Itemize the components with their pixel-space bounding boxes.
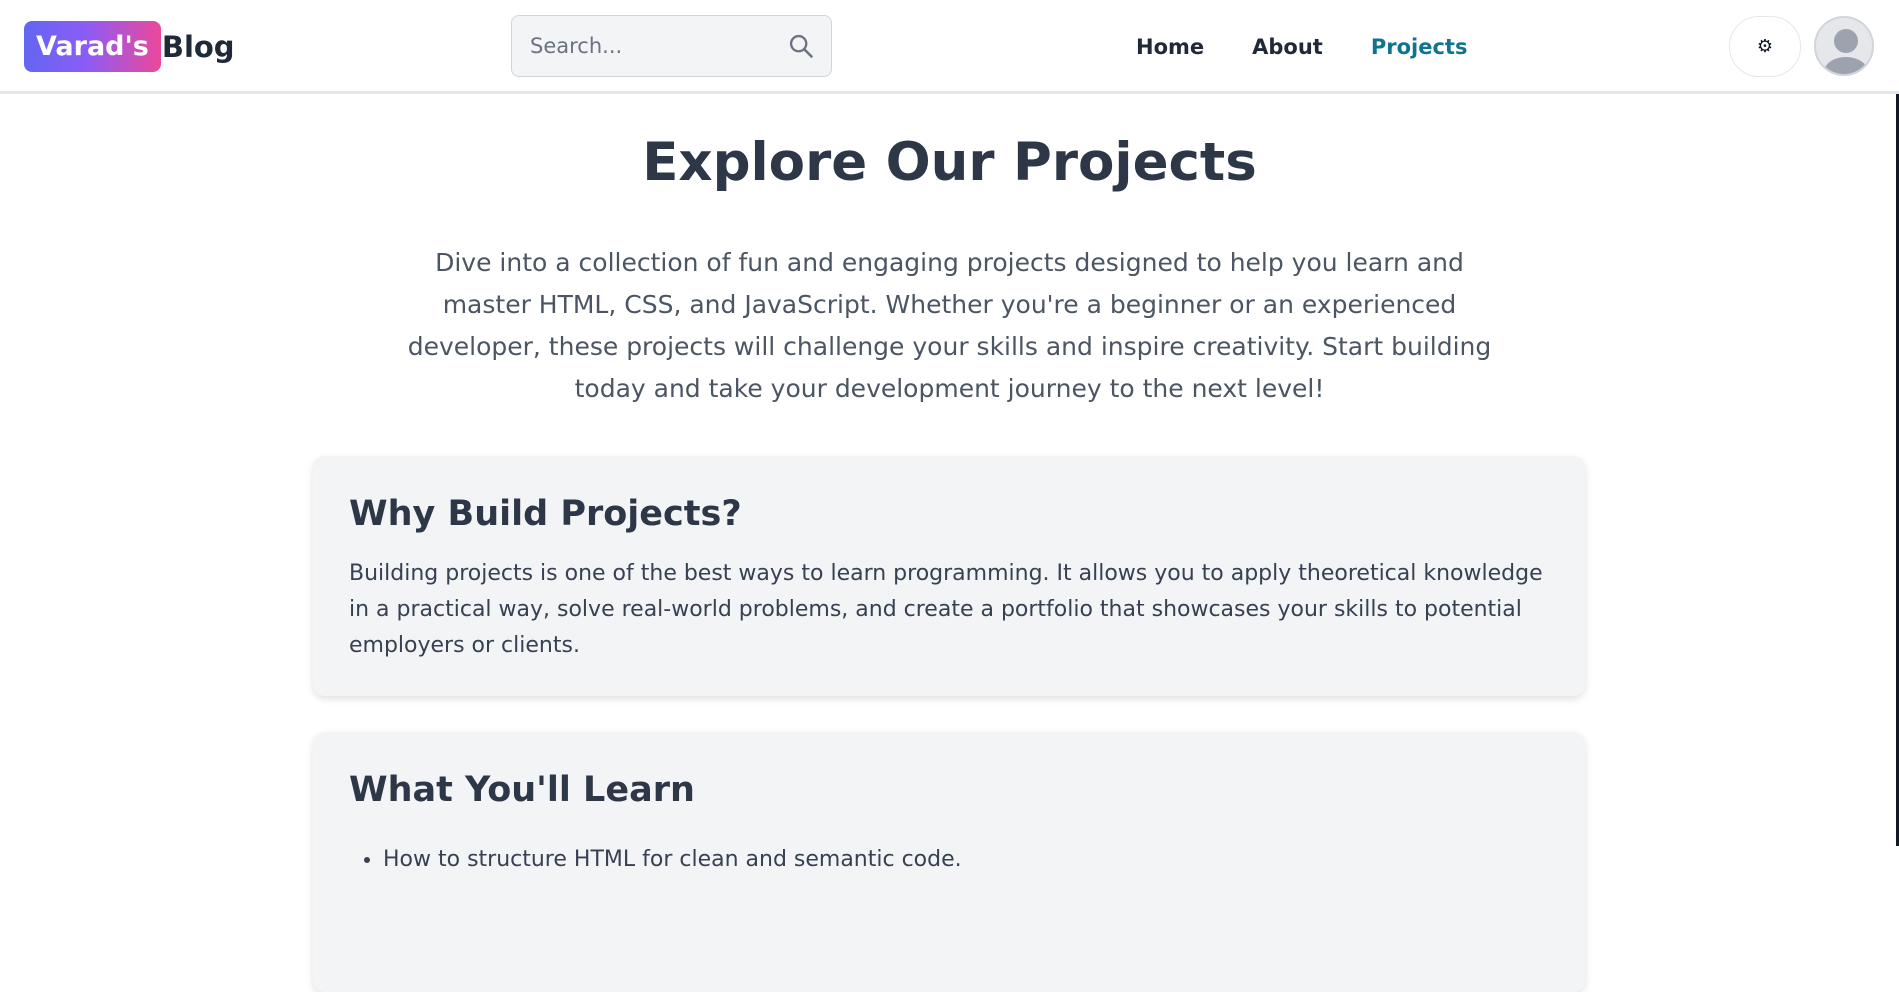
theme-toggle-button[interactable]: ⚙: [1729, 16, 1801, 77]
brand-logo[interactable]: Varad's Blog: [24, 21, 235, 72]
site-header: Varad's Blog Home About Projects ⚙: [0, 0, 1899, 94]
list-item: How to structure HTML for clean and sema…: [383, 842, 962, 878]
nav-projects[interactable]: Projects: [1371, 35, 1468, 59]
card-heading: What You'll Learn: [349, 770, 695, 810]
search-icon[interactable]: [787, 32, 815, 60]
card-heading: Why Build Projects?: [349, 494, 742, 534]
card-why-build-projects: Why Build Projects? Building projects is…: [313, 456, 1585, 696]
brand-text: Blog: [161, 29, 235, 64]
intro-paragraph: Dive into a collection of fun and engagi…: [407, 248, 1492, 403]
page-title: Explore Our Projects: [642, 132, 1257, 193]
search-input[interactable]: [528, 33, 768, 59]
gear-icon: ⚙: [1756, 36, 1774, 56]
avatar[interactable]: [1814, 16, 1874, 76]
card-what-youll-learn: What You'll Learn How to structure HTML …: [313, 732, 1585, 992]
nav-about[interactable]: About: [1252, 35, 1323, 59]
user-avatar-icon: [1816, 18, 1872, 74]
search-box[interactable]: [511, 15, 832, 77]
card-body: Building projects is one of the best way…: [349, 561, 1543, 658]
learn-list: How to structure HTML for clean and sema…: [349, 842, 962, 878]
main-nav: Home About Projects: [1136, 30, 1467, 64]
brand-chip: Varad's: [24, 21, 161, 72]
nav-home[interactable]: Home: [1136, 35, 1204, 59]
